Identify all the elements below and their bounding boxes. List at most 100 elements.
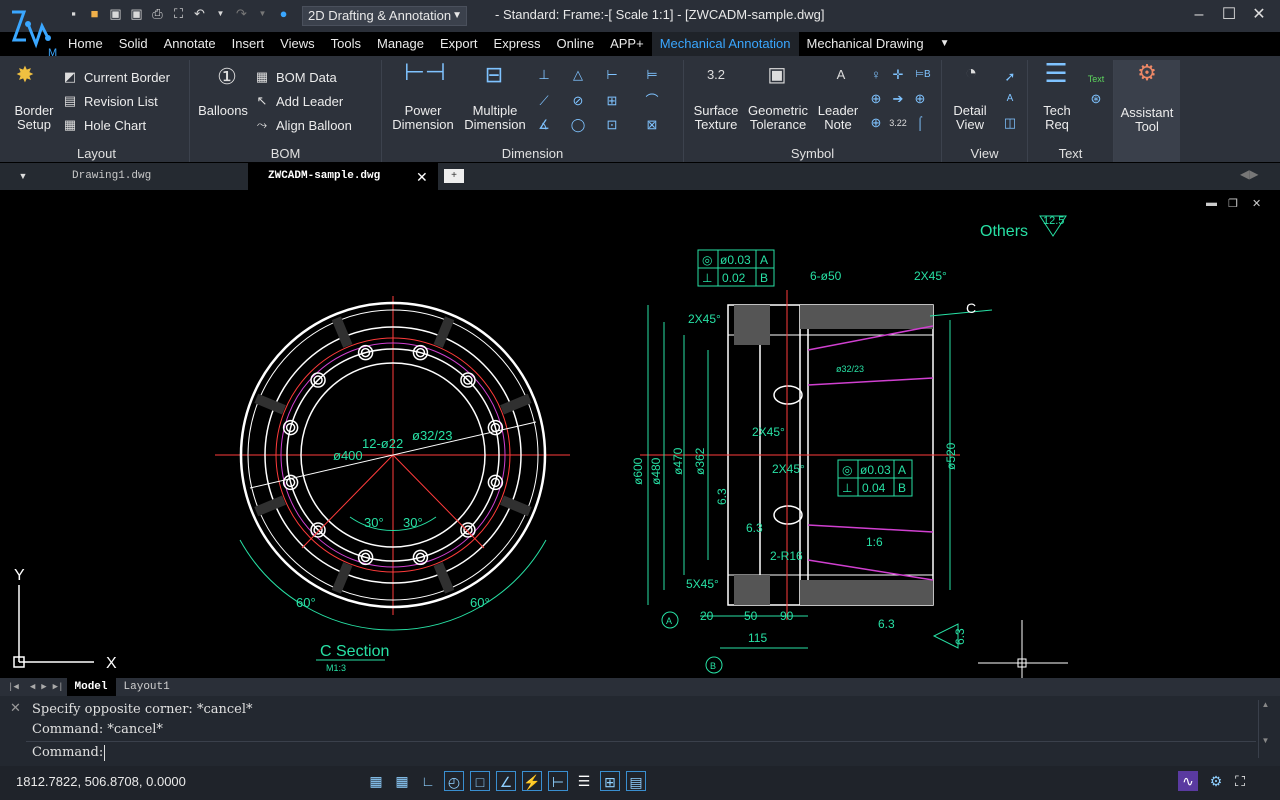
- menu-insert[interactable]: Insert: [224, 32, 273, 56]
- text-style-icon[interactable]: ⊛: [1084, 92, 1108, 106]
- target-icon[interactable]: ⊕: [868, 92, 884, 106]
- maximize-icon[interactable]: ☐: [1218, 4, 1240, 26]
- save-icon[interactable]: ▣: [108, 6, 123, 21]
- assistant-tool-button[interactable]: ⚙ Assistant Tool: [1114, 60, 1180, 162]
- dynamic-input-icon[interactable]: ⚡: [522, 771, 542, 791]
- menu-app-plus[interactable]: APP+: [602, 32, 652, 56]
- snap-icon[interactable]: ▦: [392, 771, 412, 791]
- dim-radius-icon[interactable]: ◯: [568, 118, 588, 132]
- dim-arc-icon[interactable]: ⌒: [642, 94, 662, 108]
- balloons-button[interactable]: Balloons: [192, 104, 254, 118]
- tab-close-icon[interactable]: ✕: [416, 169, 428, 186]
- menu-lines-icon[interactable]: ☰: [574, 771, 594, 791]
- open-icon[interactable]: ■: [87, 6, 102, 21]
- selection-cycle-icon[interactable]: ⊞: [600, 771, 620, 791]
- polar-icon[interactable]: ◴: [444, 771, 464, 791]
- current-border-button[interactable]: Current Border: [84, 71, 170, 85]
- save-as-icon[interactable]: ▣: [129, 6, 144, 21]
- dim-space-icon[interactable]: ⊡: [602, 118, 622, 132]
- layout-last-icon[interactable]: ▶|: [50, 678, 67, 696]
- section-view-icon[interactable]: ➚: [1000, 70, 1020, 84]
- layout-first-icon[interactable]: |◀: [0, 678, 27, 696]
- view-frame-icon[interactable]: ◫: [1000, 116, 1020, 130]
- bom-data-button[interactable]: BOM Data: [276, 71, 337, 85]
- dim-angular-icon[interactable]: △: [568, 68, 588, 82]
- sketch-icon[interactable]: ⌠: [912, 116, 928, 130]
- dim-diameter-icon[interactable]: ⊘: [568, 94, 588, 108]
- add-leader-button[interactable]: Add Leader: [276, 95, 343, 109]
- border-setup-button[interactable]: Border Setup: [8, 104, 60, 132]
- menu-mechanical-drawing[interactable]: Mechanical Drawing: [799, 32, 932, 56]
- hole-symbol-icon[interactable]: ⊕: [868, 116, 884, 130]
- menu-manage[interactable]: Manage: [369, 32, 432, 56]
- tab-drawing1[interactable]: Drawing1.dwg: [52, 163, 242, 190]
- new-icon[interactable]: ▪: [66, 6, 81, 21]
- annotation-monitor-icon[interactable]: ▤: [626, 771, 646, 791]
- datum-icon[interactable]: ♀: [868, 68, 884, 82]
- tab-layout1[interactable]: Layout1: [116, 678, 178, 696]
- lineweight-icon[interactable]: ⊢: [548, 771, 568, 791]
- dim-aligned-icon[interactable]: ⟋: [534, 94, 554, 108]
- zoom-extent-icon[interactable]: ⛶: [171, 6, 186, 21]
- view-label-icon[interactable]: A: [1000, 92, 1020, 106]
- tab-model[interactable]: Model: [66, 678, 116, 696]
- dim-baseline-icon[interactable]: ⊢: [602, 68, 622, 82]
- center-mark-icon[interactable]: ⊕: [912, 92, 928, 106]
- leader-note-button[interactable]: Leader Note: [812, 104, 864, 132]
- revision-list-button[interactable]: Revision List: [84, 95, 158, 109]
- arrow-icon[interactable]: ➔: [890, 92, 906, 106]
- object-track-icon[interactable]: ∠: [496, 771, 516, 791]
- viewport-minimize-icon[interactable]: ▬: [1206, 197, 1217, 209]
- app-icon[interactable]: ∿: [1178, 771, 1198, 791]
- ortho-icon[interactable]: ∟: [418, 771, 438, 791]
- menu-express[interactable]: Express: [486, 32, 549, 56]
- undo-dropdown-icon[interactable]: ▼: [213, 6, 228, 21]
- tab-list-chevron-icon[interactable]: ▼: [4, 163, 42, 190]
- menu-tools[interactable]: Tools: [323, 32, 369, 56]
- menu-mechanical-annotation[interactable]: Mechanical Annotation: [651, 32, 799, 56]
- dim-ordinate-icon[interactable]: ⊞: [602, 94, 622, 108]
- redo-dropdown-icon[interactable]: ▼: [255, 6, 270, 21]
- multiple-dimension-button[interactable]: Multiple Dimension: [460, 104, 530, 132]
- settings-gear-icon[interactable]: ⚙: [1206, 771, 1226, 791]
- close-icon[interactable]: ✕: [1248, 4, 1270, 26]
- fit-tolerance-icon[interactable]: 3.22: [888, 116, 908, 130]
- undo-icon[interactable]: ↶: [192, 6, 207, 21]
- menu-views[interactable]: Views: [272, 32, 322, 56]
- grid-icon[interactable]: ▦: [366, 771, 386, 791]
- weld-icon[interactable]: ⊨B: [912, 68, 934, 82]
- dim-continue-icon[interactable]: ⊨: [642, 68, 662, 82]
- hole-chart-button[interactable]: Hole Chart: [84, 119, 146, 133]
- workspace-select[interactable]: 2D Drafting & Annotation ▼: [302, 6, 467, 26]
- surface-texture-button[interactable]: Surface Texture: [686, 104, 746, 132]
- help-icon[interactable]: ●: [276, 6, 291, 21]
- menu-solid[interactable]: Solid: [111, 32, 156, 56]
- text-icon[interactable]: Text: [1084, 72, 1108, 86]
- print-icon[interactable]: ⎙: [150, 6, 165, 21]
- command-scrollbar[interactable]: ▲ ▼: [1258, 700, 1272, 758]
- viewport-restore-icon[interactable]: ❐: [1228, 197, 1238, 210]
- dim-linear-icon[interactable]: ⊥: [534, 68, 554, 82]
- tab-zwcadm-sample[interactable]: ZWCADM-sample.dwg: [248, 163, 438, 190]
- drawing-canvas[interactable]: Y X ø400 12-ø22 ø32/23 30° 30° 60° 60° C…: [0, 190, 1280, 678]
- centerline-icon[interactable]: ✛: [890, 68, 906, 82]
- menu-export[interactable]: Export: [432, 32, 486, 56]
- fullscreen-icon[interactable]: ⛶: [1230, 771, 1250, 791]
- align-balloon-button[interactable]: Align Balloon: [276, 119, 352, 133]
- menu-annotate[interactable]: Annotate: [156, 32, 224, 56]
- minimize-icon[interactable]: –: [1188, 4, 1210, 26]
- detail-view-button[interactable]: Detail View: [944, 104, 996, 132]
- redo-icon[interactable]: ↷: [234, 6, 249, 21]
- geometric-tolerance-button[interactable]: Geometric Tolerance: [742, 104, 814, 132]
- scroll-tabs-icon[interactable]: ◀▶: [1240, 167, 1258, 181]
- power-dimension-button[interactable]: Power Dimension: [384, 104, 462, 132]
- tech-req-button[interactable]: Tech Req: [1032, 104, 1082, 132]
- dim-chamfer-icon[interactable]: ∡: [534, 118, 554, 132]
- new-tab-icon[interactable]: +: [444, 169, 464, 183]
- viewport-close-icon[interactable]: ✕: [1252, 197, 1261, 210]
- command-input[interactable]: Command:: [26, 741, 1256, 763]
- dim-break-icon[interactable]: ⊠: [642, 118, 662, 132]
- layout-prev-icon[interactable]: ◀: [27, 678, 38, 696]
- object-snap-icon[interactable]: □: [470, 771, 490, 791]
- menu-online[interactable]: Online: [549, 32, 603, 56]
